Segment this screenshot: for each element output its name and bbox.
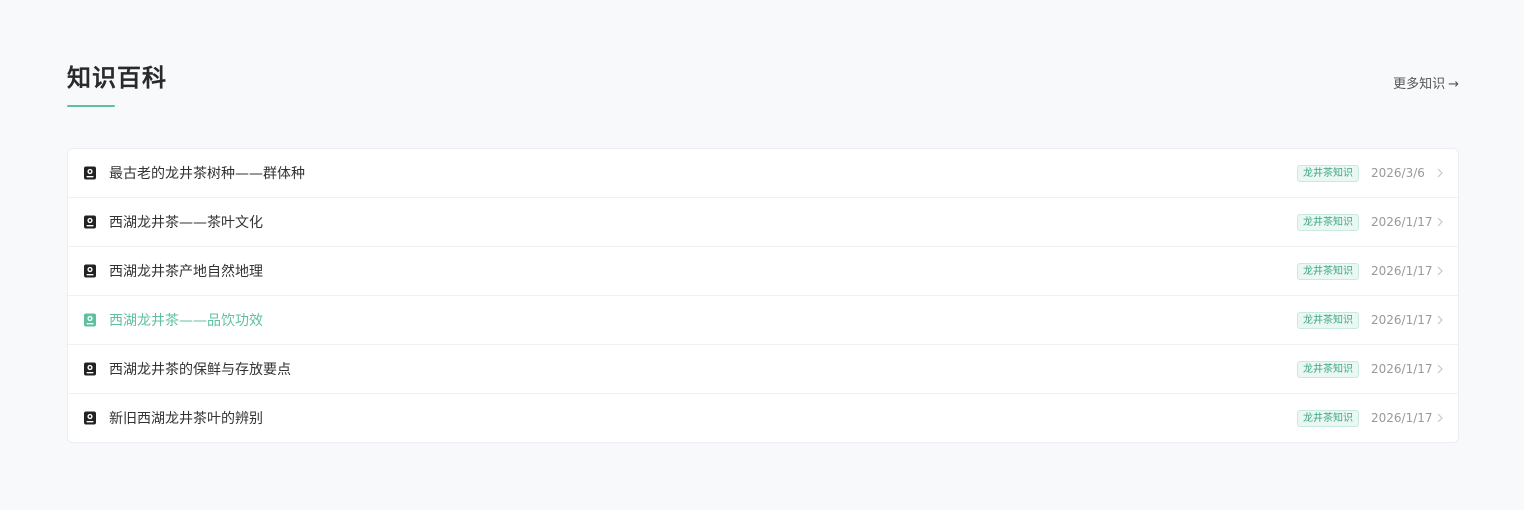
section-title: 知识百科 [67,64,167,92]
list-item-date: 2026/1/17 [1371,362,1433,376]
chevron-right-icon [1437,217,1443,227]
chevron-right-icon [1437,168,1443,178]
list-item-title: 最古老的龙井茶树种——群体种 [109,166,305,182]
list-item-date: 2026/1/17 [1371,215,1433,229]
category-tag: 龙井茶知识 [1297,213,1359,231]
arrow-right-icon: → [1448,77,1459,92]
book-icon [84,362,96,376]
more-knowledge-link[interactable]: 更多知识 → [1393,76,1459,94]
book-icon [84,166,96,180]
chevron-right-icon [1437,315,1443,325]
category-tag: 龙井茶知识 [1297,164,1359,182]
list-item-date: 2026/1/17 [1371,313,1433,327]
book-icon [84,264,96,278]
category-tag: 龙井茶知识 [1297,409,1359,427]
category-tag: 龙井茶知识 [1297,262,1359,280]
category-tag: 龙井茶知识 [1297,360,1359,378]
knowledge-section: 知识百科 更多知识 → 最古老的龙井茶树种——群体种 龙井茶知识 2026/3/… [67,62,1459,443]
list-item[interactable]: 西湖龙井茶的保鲜与存放要点 龙井茶知识 2026/1/17 [68,345,1458,394]
section-header: 知识百科 更多知识 → [67,62,1459,148]
list-item[interactable]: 新旧西湖龙井茶叶的辨别 龙井茶知识 2026/1/17 [68,394,1458,442]
list-item-title: 西湖龙井茶——品饮功效 [109,313,263,329]
list-item-date: 2026/3/6 [1371,166,1425,180]
list-item-title: 西湖龙井茶产地自然地理 [109,264,263,280]
chevron-right-icon [1437,364,1443,374]
list-item-date: 2026/1/17 [1371,264,1433,278]
list-item-date: 2026/1/17 [1371,411,1433,425]
chevron-right-icon [1437,413,1443,423]
list-item[interactable]: 西湖龙井茶——品饮功效 龙井茶知识 2026/1/17 [68,296,1458,345]
knowledge-list: 最古老的龙井茶树种——群体种 龙井茶知识 2026/3/6 西湖龙井茶——茶叶文… [67,148,1459,443]
more-knowledge-label: 更多知识 [1393,77,1446,92]
list-item[interactable]: 最古老的龙井茶树种——群体种 龙井茶知识 2026/3/6 [68,149,1458,198]
list-item[interactable]: 西湖龙井茶——茶叶文化 龙井茶知识 2026/1/17 [68,198,1458,247]
list-item-title: 新旧西湖龙井茶叶的辨别 [109,411,263,427]
list-item-title: 西湖龙井茶——茶叶文化 [109,215,263,231]
book-icon [84,313,96,327]
list-item[interactable]: 西湖龙井茶产地自然地理 龙井茶知识 2026/1/17 [68,247,1458,296]
list-item-title: 西湖龙井茶的保鲜与存放要点 [109,362,291,378]
book-icon [84,411,96,425]
book-icon [84,215,96,229]
chevron-right-icon [1437,266,1443,276]
title-underline [67,105,115,107]
category-tag: 龙井茶知识 [1297,311,1359,329]
